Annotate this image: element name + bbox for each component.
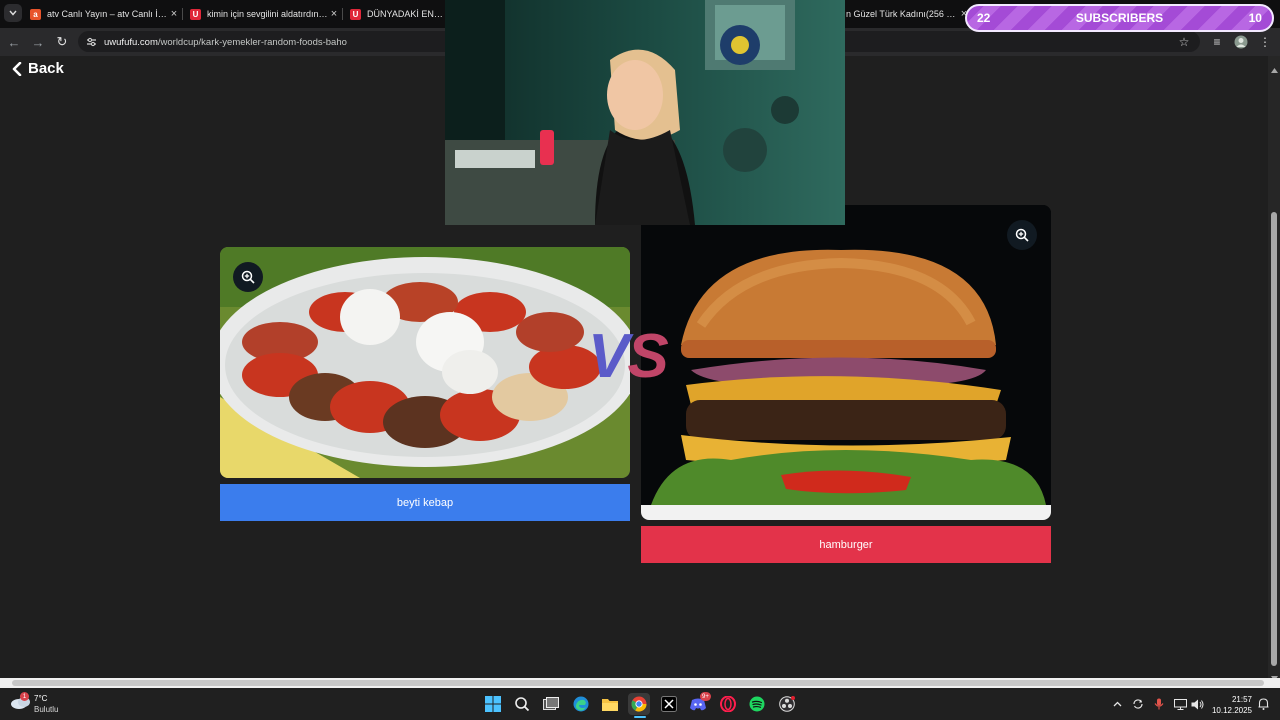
zoom-in-button-left[interactable] bbox=[233, 262, 263, 292]
choice-button-left[interactable]: beyti kebap bbox=[220, 484, 630, 521]
system-clock[interactable]: 21:57 10.12.2025 bbox=[1206, 694, 1252, 716]
vs-letter-s: S bbox=[627, 322, 668, 391]
tab-uwufufu-sevgili[interactable]: U kimin için sevgilini aldatırdın | U × bbox=[190, 0, 340, 28]
notification-bell-icon[interactable] bbox=[1256, 697, 1270, 711]
subscribers-widget: 22 SUBSCRIBERS 10 bbox=[965, 4, 1274, 32]
profile-avatar[interactable] bbox=[1234, 35, 1248, 49]
horizontal-scroll-thumb[interactable] bbox=[12, 680, 1264, 686]
uwufufu-favicon-icon: U bbox=[350, 8, 361, 20]
tab-divider bbox=[342, 8, 343, 20]
file-explorer-icon[interactable] bbox=[599, 693, 621, 715]
tab-title: DÜNYADAKİ EN ZOR S bbox=[367, 9, 445, 19]
zoom-in-button-right[interactable] bbox=[1007, 220, 1037, 250]
task-view-icon[interactable] bbox=[540, 693, 562, 715]
site-info-icon[interactable] bbox=[84, 35, 98, 49]
clock-time: 21:57 bbox=[1231, 695, 1252, 704]
tab-search-icon[interactable]: ≡ bbox=[1210, 35, 1224, 49]
tab-atv[interactable]: a atv Canlı Yayın – atv Canlı İzle – × bbox=[30, 0, 180, 28]
windows-start-icon[interactable] bbox=[482, 693, 504, 715]
sync-icon[interactable] bbox=[1131, 697, 1145, 711]
discord-notification-badge: 9+ bbox=[700, 692, 711, 701]
subscribers-right-count: 10 bbox=[1248, 11, 1262, 25]
zoom-in-icon bbox=[241, 270, 255, 284]
weather-desc[interactable]: Bulutlu bbox=[34, 705, 58, 714]
chevron-up-icon[interactable] bbox=[1110, 697, 1124, 711]
back-button[interactable]: Back bbox=[12, 60, 64, 77]
subscribers-label: SUBSCRIBERS bbox=[1075, 11, 1164, 25]
volume-icon[interactable] bbox=[1190, 697, 1204, 711]
tab-uwufufu-zor[interactable]: U DÜNYADAKİ EN ZOR S bbox=[350, 0, 445, 28]
hamburger-image[interactable] bbox=[641, 205, 1051, 520]
subscribers-left-count: 22 bbox=[977, 11, 991, 25]
url-path: /worldcup/kark-yemekler-random-foods-bah… bbox=[157, 37, 347, 48]
weather-temp[interactable]: 7°C bbox=[34, 694, 47, 703]
beyti-kebap-image[interactable] bbox=[220, 247, 630, 478]
choice-button-right[interactable]: hamburger bbox=[641, 526, 1051, 563]
edge-browser-icon[interactable] bbox=[570, 693, 592, 715]
opera-gx-icon[interactable] bbox=[717, 693, 739, 715]
vs-label: VS bbox=[588, 326, 669, 388]
url-host: uwufufu.com bbox=[104, 37, 158, 48]
tab-title: atv Canlı Yayın – atv Canlı İzle – bbox=[47, 9, 168, 19]
x-twitter-icon[interactable] bbox=[658, 693, 680, 715]
network-icon[interactable] bbox=[1173, 697, 1187, 711]
tab-close-icon[interactable]: × bbox=[168, 8, 180, 20]
url-text[interactable]: uwufufu.com/worldcup/kark-yemekler-rando… bbox=[104, 37, 347, 48]
forward-arrow-icon[interactable]: → bbox=[30, 34, 46, 50]
tab-close-icon[interactable]: × bbox=[328, 8, 340, 20]
uwufufu-favicon-icon: U bbox=[190, 8, 201, 20]
active-app-indicator bbox=[634, 716, 646, 718]
microphone-icon[interactable] bbox=[1152, 697, 1166, 711]
tab-title: n Güzel Türk Kadını(256 Kişi) bbox=[846, 9, 958, 19]
tab-title: kimin için sevgilini aldatırdın | U bbox=[207, 9, 328, 19]
spotify-icon[interactable] bbox=[746, 693, 768, 715]
reload-icon[interactable]: ↻ bbox=[54, 34, 70, 50]
atv-favicon-icon: a bbox=[30, 8, 41, 20]
weather-alert-badge: 1 bbox=[20, 692, 29, 701]
search-icon[interactable] bbox=[511, 693, 533, 715]
vertical-scroll-thumb[interactable] bbox=[1271, 212, 1277, 666]
tab-search-button[interactable] bbox=[4, 4, 22, 22]
browser-menu-icon[interactable]: ⋮ bbox=[1258, 35, 1272, 49]
obs-studio-icon[interactable] bbox=[776, 693, 798, 715]
chrome-browser-icon[interactable] bbox=[628, 693, 650, 715]
bookmark-star-icon[interactable]: ☆ bbox=[1177, 35, 1191, 49]
zoom-in-icon bbox=[1015, 228, 1029, 242]
vs-letter-v: V bbox=[588, 322, 629, 391]
back-arrow-icon[interactable]: ← bbox=[6, 34, 22, 50]
clock-date: 10.12.2025 bbox=[1211, 706, 1252, 715]
tab-turk-kadini[interactable]: n Güzel Türk Kadını(256 Kişi) × bbox=[846, 0, 970, 28]
chevron-down-icon bbox=[9, 10, 17, 16]
tab-divider bbox=[182, 8, 183, 20]
back-label: Back bbox=[28, 60, 64, 77]
scroll-up-icon[interactable] bbox=[1271, 60, 1278, 78]
streamer-webcam-overlay bbox=[445, 0, 845, 225]
chevron-left-icon bbox=[12, 61, 22, 76]
